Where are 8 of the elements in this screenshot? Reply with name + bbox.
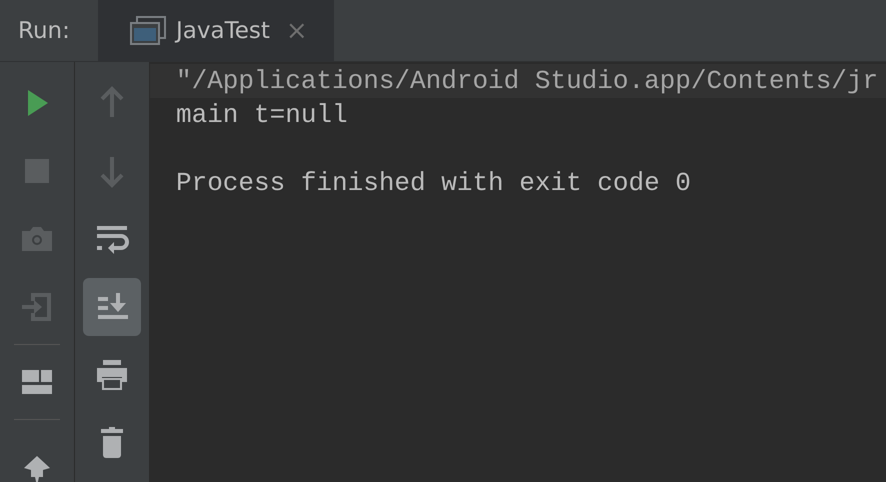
run-panel-title: Run: — [17, 16, 71, 46]
run-tab[interactable]: JavaTest × — [98, 0, 334, 61]
printer-icon — [94, 357, 130, 393]
console-output-line: main t=null — [175, 99, 349, 132]
window-icon — [130, 16, 166, 46]
exit-status-line: Process finished with exit code 0 — [175, 167, 692, 200]
pin-icon — [24, 456, 50, 482]
scroll-end-button[interactable] — [83, 278, 141, 336]
